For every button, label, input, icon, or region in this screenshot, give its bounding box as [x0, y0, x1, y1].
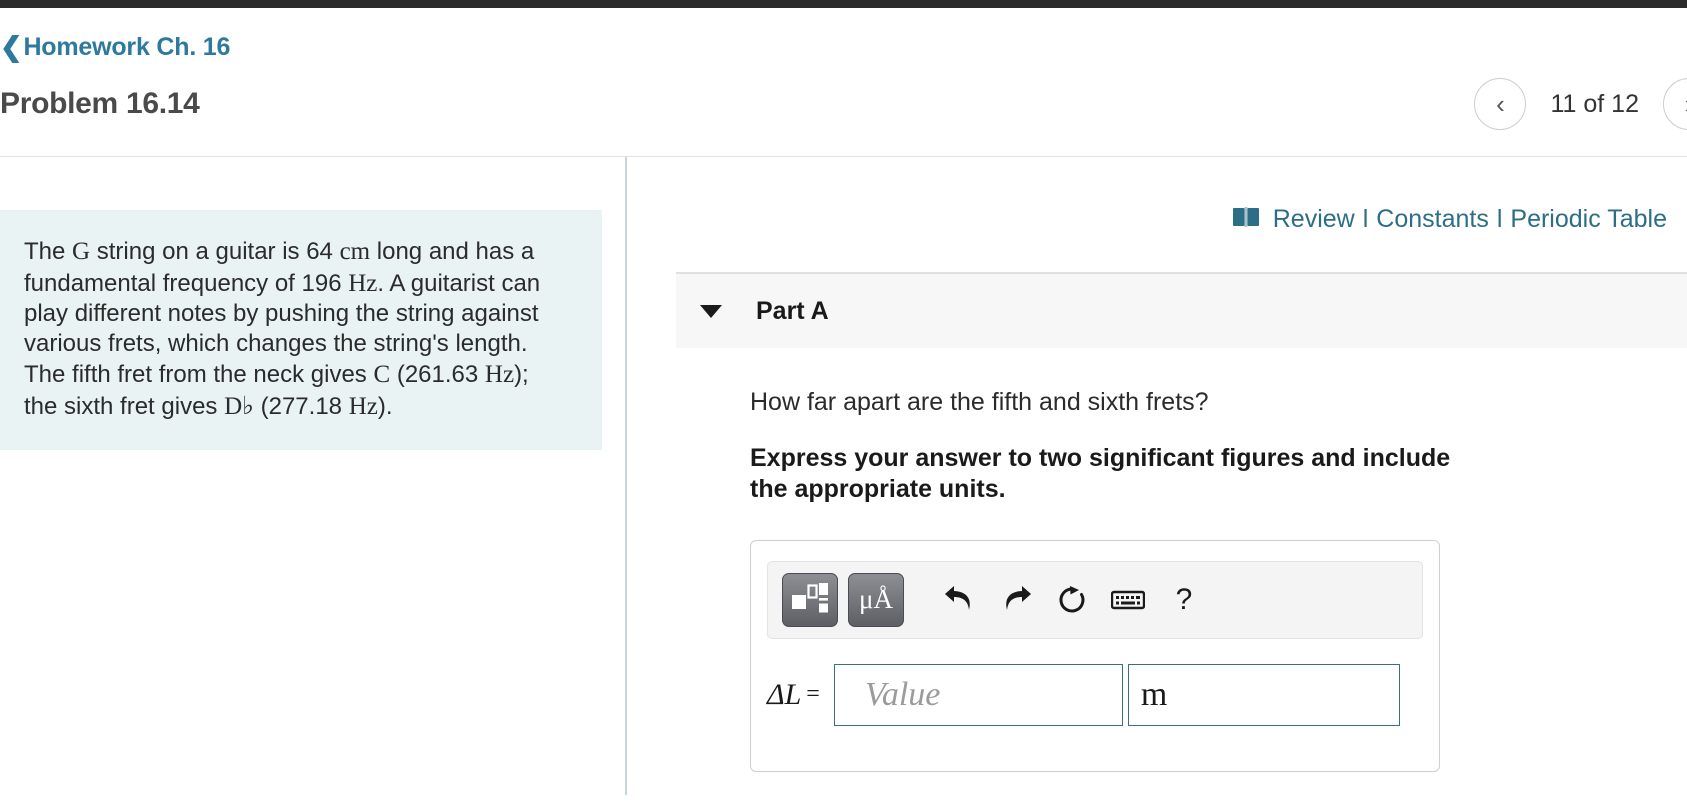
math-unit-hz: Hz	[484, 361, 515, 389]
problem-text-seg: (277.18	[253, 392, 349, 420]
problem-text-seg: (261.63	[390, 361, 485, 389]
main-content: The G string on a guitar is 64 cm long a…	[0, 157, 1687, 795]
micro-angstrom-icon: μÅ	[859, 584, 893, 614]
prev-problem-button[interactable]: ‹	[1474, 78, 1527, 130]
problem-statement-panel: The G string on a guitar is 64 cm long a…	[0, 157, 627, 795]
problem-text-seg: ).	[377, 392, 393, 420]
caret-down-icon[interactable]	[700, 304, 722, 318]
util-separator: l	[1362, 205, 1369, 233]
part-a-header[interactable]: Part A	[676, 272, 1687, 348]
browser-chrome-bar	[0, 0, 1687, 8]
answer-unit-input[interactable]: m	[1127, 663, 1400, 726]
chevron-left-icon: ❮	[0, 31, 23, 62]
math-unit-hz: Hz	[348, 392, 378, 420]
page-title: Problem 16.14	[0, 87, 200, 120]
math-template-icon	[792, 581, 828, 618]
undo-arrow-icon[interactable]	[932, 573, 988, 627]
equals-sign: =	[806, 681, 820, 707]
page-header: ❮ Homework Ch. 16 Problem 16.14 ‹ 11 of …	[0, 8, 1687, 157]
reset-circular-arrow-icon[interactable]	[1044, 573, 1100, 627]
variable-label: ΔL =	[767, 664, 834, 726]
variable-symbol: ΔL	[767, 677, 802, 711]
math-template-button[interactable]	[782, 572, 838, 627]
answer-input-row: ΔL = Value m	[767, 663, 1439, 726]
constants-link[interactable]: Constants	[1376, 205, 1489, 234]
math-symbol-c: C	[373, 361, 391, 389]
instruction-text: Express your answer to two significant f…	[750, 444, 1451, 504]
problem-counter: 11 of 12	[1550, 89, 1639, 118]
breadcrumb: ❮ Homework Ch. 16	[0, 8, 1687, 62]
problem-pager: ‹ 11 of 12 ›	[1474, 78, 1687, 130]
answer-panel: Review l Constants l Periodic Table Part…	[627, 157, 1687, 795]
value-placeholder: Value	[864, 675, 941, 713]
answer-entry-card: μÅ ? ΔL = Value m	[750, 539, 1440, 772]
open-book-icon	[1232, 205, 1259, 234]
breadcrumb-back-link[interactable]: ❮ Homework Ch. 16	[0, 33, 230, 62]
periodic-table-link[interactable]: Periodic Table	[1510, 205, 1667, 234]
math-editor-toolbar: μÅ ?	[767, 560, 1423, 639]
part-a-label: Part A	[756, 296, 829, 325]
next-problem-button[interactable]: ›	[1663, 78, 1687, 130]
math-unit-cm: cm	[339, 238, 371, 265]
breadcrumb-label: Homework Ch. 16	[23, 32, 231, 61]
chevron-left-icon: ‹	[1496, 89, 1505, 119]
redo-arrow-icon[interactable]	[988, 573, 1044, 627]
math-unit-hz: Hz	[348, 269, 378, 297]
problem-statement-text: The G string on a guitar is 64 cm long a…	[0, 210, 602, 451]
math-symbol-d-flat: D♭	[224, 392, 254, 420]
math-symbol-g: G	[72, 238, 91, 265]
question-text: How far apart are the fifth and sixth fr…	[750, 388, 1209, 416]
problem-text-seg: The	[24, 238, 73, 265]
keyboard-icon[interactable]	[1100, 573, 1156, 627]
answer-value-input[interactable]: Value	[833, 663, 1123, 726]
unit-value: m	[1140, 675, 1168, 713]
help-button[interactable]: ?	[1156, 573, 1212, 627]
util-separator: l	[1496, 205, 1503, 233]
title-row: Problem 16.14 ‹ 11 of 12 ›	[0, 62, 1687, 156]
problem-text-seg: string on a guitar is 64	[90, 238, 340, 265]
utility-links: Review l Constants l Periodic Table	[627, 157, 1687, 234]
review-link[interactable]: Review	[1273, 205, 1355, 234]
units-button[interactable]: μÅ	[848, 572, 904, 627]
